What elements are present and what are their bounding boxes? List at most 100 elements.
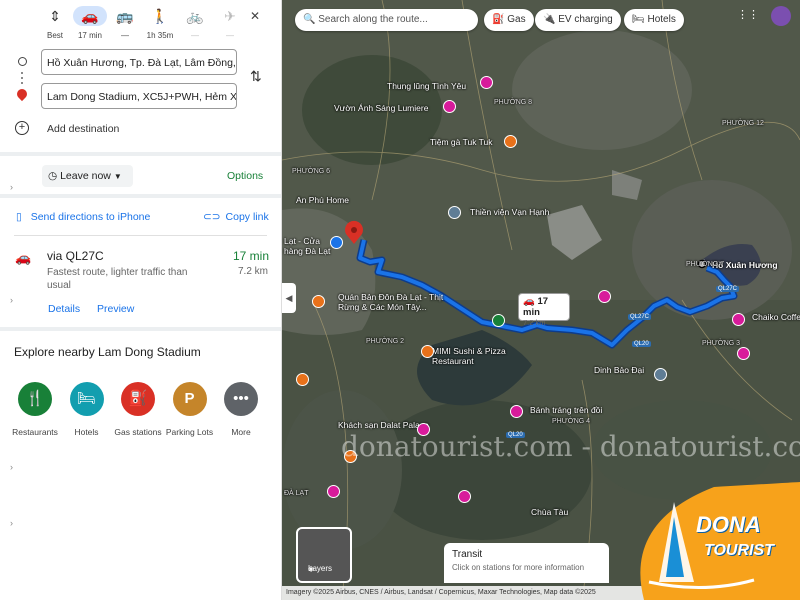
logo-graphic bbox=[640, 482, 800, 600]
car-icon: 🚗 bbox=[523, 296, 535, 307]
route-time: 17 min bbox=[233, 249, 270, 263]
hotels-chip[interactable]: 🛏 Hotels bbox=[624, 9, 684, 31]
travel-mode-label: — bbox=[226, 31, 234, 40]
search-along-route-input[interactable]: 🔍 Search along the route... bbox=[295, 9, 478, 31]
gas-chip[interactable]: ⛽ Gas bbox=[484, 9, 534, 31]
poi-icon[interactable] bbox=[737, 347, 750, 360]
options-button[interactable]: Options bbox=[227, 170, 263, 182]
destination-input[interactable]: Lam Dong Stadium, XC5J+PWH, Hẻm Xô Viết … bbox=[41, 83, 237, 109]
travel-mode-flight[interactable]: ✈ — bbox=[213, 4, 247, 42]
preview-button[interactable]: Preview bbox=[97, 303, 134, 315]
bus-icon: 🚌 bbox=[116, 8, 134, 24]
map-label[interactable]: Khách sạn Dalat Palace bbox=[338, 420, 429, 430]
gas-icon: ⛽ bbox=[492, 14, 505, 25]
send-label: Send directions to iPhone bbox=[30, 211, 151, 223]
travel-mode-label: 17 min bbox=[77, 31, 102, 40]
district-label: ĐÀ LẠT bbox=[284, 490, 309, 497]
chevron-right-icon: › bbox=[10, 462, 13, 472]
district-label: PHƯỜNG 8 bbox=[494, 99, 533, 106]
add-icon[interactable]: + bbox=[15, 121, 29, 135]
district-label: PHƯỜNG 7 bbox=[686, 261, 725, 268]
chevron-down-icon: ▼ bbox=[113, 172, 122, 181]
explore-more-button[interactable]: ••• More bbox=[211, 382, 271, 437]
hotels-chip-label: Hotels bbox=[647, 14, 676, 25]
map-label[interactable]: Vườn Ánh Sáng Lumiere bbox=[334, 103, 428, 113]
travel-mode-label: 1h 35m bbox=[146, 31, 174, 40]
divider bbox=[14, 235, 267, 236]
poi-icon[interactable] bbox=[732, 313, 745, 326]
map-view[interactable]: 🔍 Search along the route... ⛽ Gas 🔌 EV c… bbox=[282, 0, 800, 600]
travel-mode-label: — bbox=[121, 31, 129, 40]
hotel-icon: 🛏 bbox=[69, 382, 104, 416]
walk-icon: 🚶 bbox=[151, 8, 169, 24]
route-dots-icon bbox=[14, 55, 30, 105]
ev-charging-chip[interactable]: 🔌 EV charging bbox=[535, 9, 621, 31]
car-icon: 🚗 bbox=[15, 250, 32, 265]
car-icon: 🚗 bbox=[81, 8, 99, 24]
map-label[interactable]: Chaiko Coffee bbox=[752, 312, 800, 322]
logo-subtext: TOURIST bbox=[704, 542, 774, 559]
poi-icon[interactable] bbox=[510, 405, 523, 418]
add-destination-button[interactable]: Add destination bbox=[47, 123, 119, 135]
travel-mode-bike[interactable]: 🚲 — bbox=[178, 4, 212, 42]
poi-icon[interactable] bbox=[443, 100, 456, 113]
restaurant-poi-icon[interactable] bbox=[504, 135, 517, 148]
map-label[interactable]: Thung lũng Tình Yêu bbox=[387, 81, 466, 91]
restaurant-poi-icon[interactable] bbox=[312, 295, 325, 308]
travel-mode-bus[interactable]: 🚌 — bbox=[108, 4, 142, 42]
road-badge: QL27C bbox=[628, 314, 652, 320]
close-icon[interactable]: ✕ bbox=[250, 9, 260, 23]
divider bbox=[0, 194, 281, 198]
details-button[interactable]: Details bbox=[48, 303, 80, 315]
shop-poi-icon[interactable] bbox=[330, 236, 343, 249]
travel-mode-label: Best bbox=[46, 31, 63, 40]
district-label: PHƯỜNG 12 bbox=[722, 120, 764, 127]
parking-icon: P bbox=[172, 382, 207, 416]
travel-mode-walk[interactable]: 🚶 1h 35m bbox=[143, 4, 177, 42]
avatar[interactable] bbox=[771, 6, 791, 26]
travel-mode-best[interactable]: ⇕ Best bbox=[38, 4, 72, 42]
map-label[interactable]: Chùa Tàu bbox=[531, 507, 568, 517]
leave-now-dropdown[interactable]: ◷ Leave now ▼ bbox=[42, 165, 133, 187]
poi-icon[interactable] bbox=[598, 290, 611, 303]
swap-icon[interactable]: ⇅ bbox=[250, 68, 262, 85]
gas-chip-label: Gas bbox=[507, 14, 526, 25]
map-label[interactable]: MIMI Sushi & Pizza Restaurant bbox=[432, 346, 512, 366]
route-callout[interactable]: 🚗 17 min 7.2 km bbox=[518, 293, 570, 327]
travel-mode-bar: ⇕ Best 🚗 17 min 🚌 — 🚶 1h 35m 🚲 — ✈ — bbox=[38, 4, 281, 44]
clock-icon: ◷ bbox=[48, 170, 58, 182]
copy-link-button[interactable]: ⊂⊃ Copy link bbox=[203, 211, 269, 223]
layers-button[interactable]: ◈ Layers bbox=[296, 527, 352, 583]
poi-icon[interactable] bbox=[458, 490, 471, 503]
apps-icon[interactable]: ⋮⋮ bbox=[737, 8, 759, 21]
send-directions-button[interactable]: ▯ Send directions to iPhone bbox=[16, 211, 150, 223]
bike-icon: 🚲 bbox=[186, 8, 204, 24]
collapse-panel-button[interactable]: ◀ bbox=[282, 283, 296, 313]
map-label[interactable]: Dinh Bảo Đại bbox=[594, 365, 644, 375]
poi-icon[interactable] bbox=[654, 368, 667, 381]
map-label[interactable]: Lạt - Cửa hàng Đà Lạt bbox=[284, 236, 332, 256]
transit-card[interactable]: Transit Click on stations for more infor… bbox=[444, 543, 609, 583]
restaurant-poi-icon[interactable] bbox=[296, 373, 309, 386]
flight-icon: ✈ bbox=[224, 8, 236, 24]
category-label: More bbox=[231, 427, 251, 437]
route-via[interactable]: via QL27C bbox=[47, 249, 104, 263]
best-icon: ⇕ bbox=[49, 8, 61, 24]
chevron-right-icon: › bbox=[10, 295, 13, 305]
park-poi-icon[interactable] bbox=[492, 314, 505, 327]
map-label[interactable]: An Phú Home bbox=[296, 195, 349, 205]
road-badge: QL20 bbox=[632, 341, 651, 347]
chevron-right-icon: › bbox=[10, 182, 13, 192]
origin-input[interactable]: Hồ Xuân Hương, Tp. Đà Lạt, Lâm Đồng, Việ… bbox=[41, 49, 237, 75]
map-label[interactable]: Bánh tráng trên đồi bbox=[530, 405, 602, 415]
map-label[interactable]: Thiền viện Vạn Hạnh bbox=[470, 207, 549, 217]
transit-subtitle: Click on stations for more information bbox=[452, 563, 585, 572]
temple-poi-icon[interactable] bbox=[448, 206, 461, 219]
poi-icon[interactable] bbox=[480, 76, 493, 89]
map-label[interactable]: Tiệm gà Tuk Tuk bbox=[430, 137, 493, 147]
map-label[interactable]: Quán Bản Đôn Đà Lạt - Thịt Rừng & Các Mó… bbox=[338, 292, 456, 312]
more-icon: ••• bbox=[224, 382, 258, 416]
poi-icon[interactable] bbox=[327, 485, 340, 498]
restaurant-poi-icon[interactable] bbox=[421, 345, 434, 358]
travel-mode-car[interactable]: 🚗 17 min bbox=[73, 4, 107, 42]
